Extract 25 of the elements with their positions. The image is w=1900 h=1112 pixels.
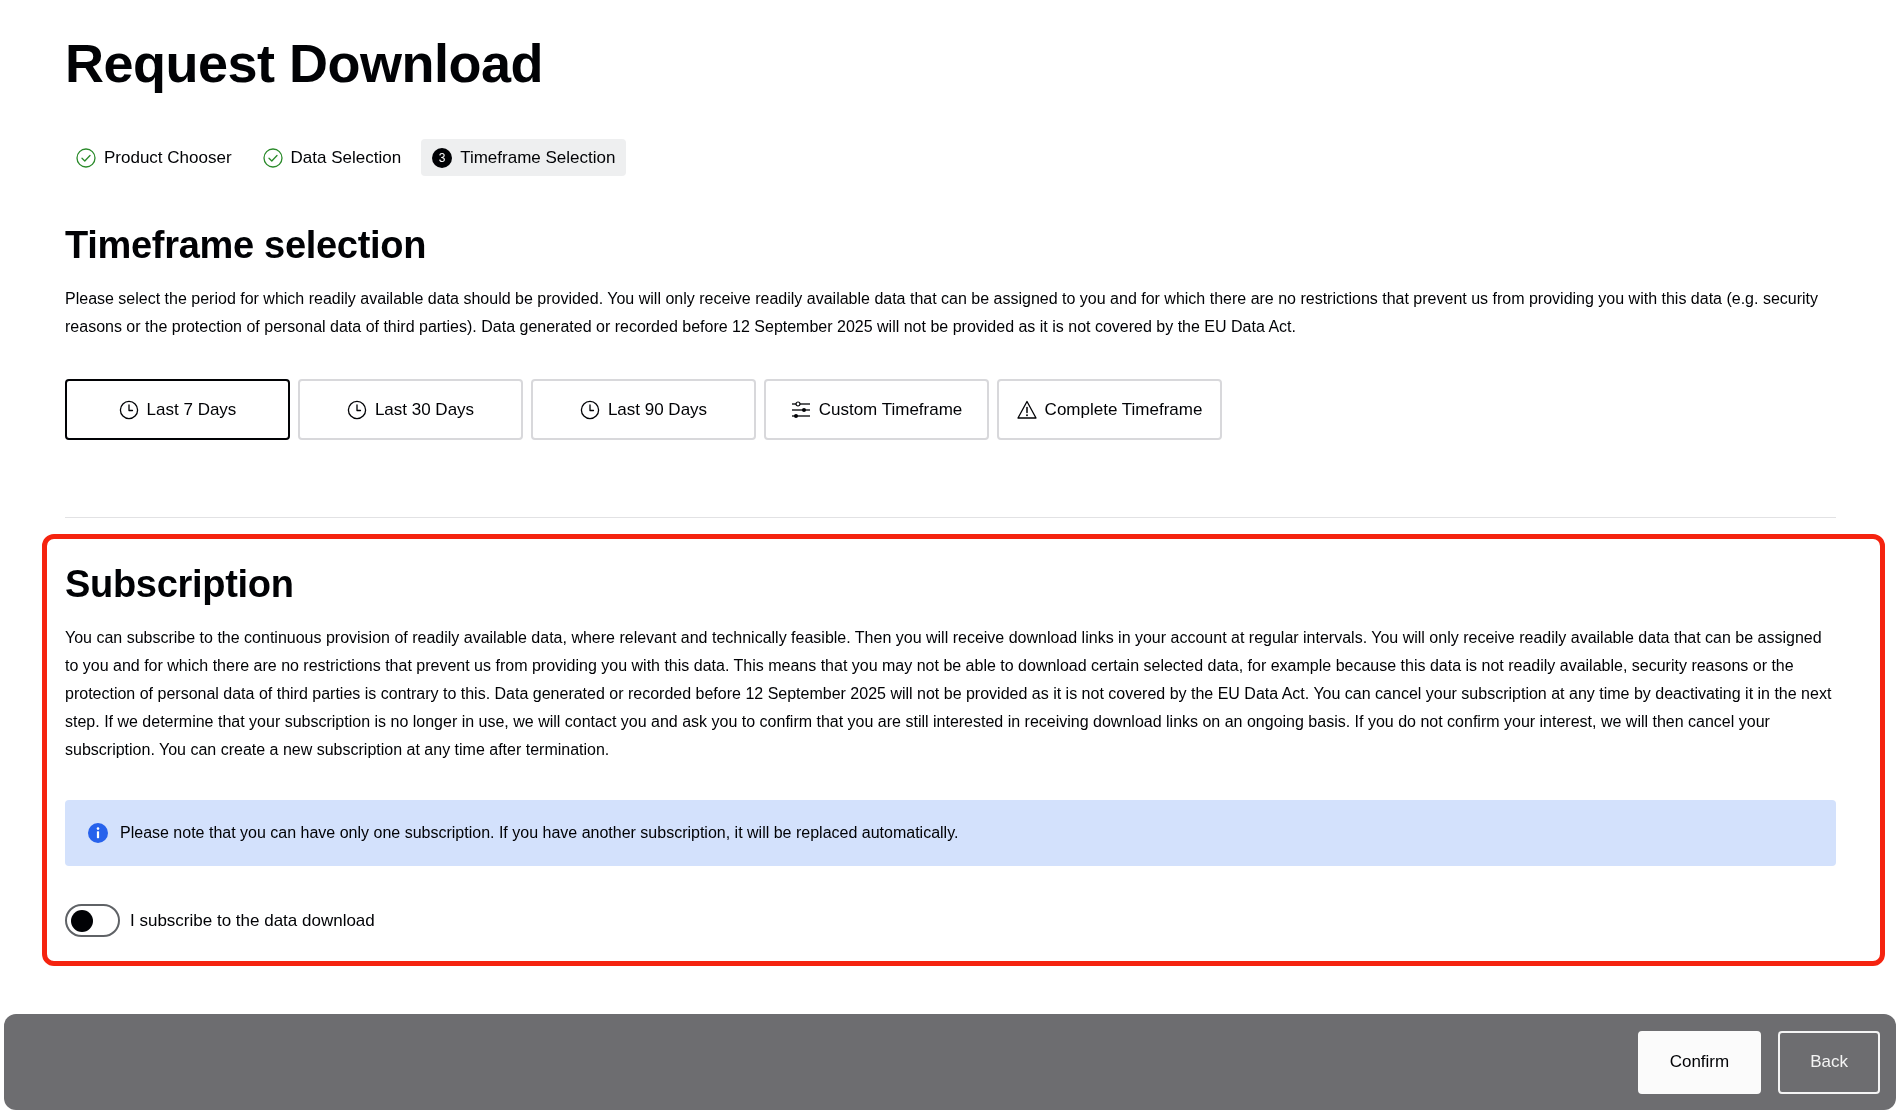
- timeframe-option-button[interactable]: Last 90 Days: [531, 379, 756, 440]
- timeframe-option-button[interactable]: Last 30 Days: [298, 379, 523, 440]
- stepper-step[interactable]: Product Chooser: [65, 139, 243, 176]
- timeframe-option-button[interactable]: Last 7 Days: [65, 379, 290, 440]
- confirm-button[interactable]: Confirm: [1637, 1030, 1762, 1094]
- warning-icon: [1016, 399, 1037, 420]
- step-number: 3: [432, 147, 453, 168]
- section-heading: Timeframe selection: [65, 223, 428, 268]
- clock-icon: [579, 399, 600, 420]
- info-icon: [88, 823, 108, 843]
- section-description: You can subscribe to the continuous provision of readily available data, where relevant and technically feasible. Then you will receive download links in your account at regular intervals. You will only receive readily available data that can be assigned to you and for which there are no restrictions that prevent us from providing you with this data. This means that you may not be able to download certain selected data, for example because this data is not readily available, security reasons or the protection of personal data of third parties is contrary to this. Data generated or recorded before 12 September 2025 will not be provided as it is not covered by the EU Data Act. You can cancel your subscription at any time by deactivating it in the next step. If we determine that your subscription is no longer in use, we will contact you and ask you to confirm that you are still interested in receiving download links on an ongoing basis. If you do not confirm your interest, we will then cancel your subscription. You can create a new subscription at any time after termination.: [65, 628, 1833, 760]
- stepper-step[interactable]: 3 Timeframe Selection: [421, 139, 627, 176]
- clock-icon: [346, 399, 367, 420]
- stepper-step[interactable]: Data Selection: [251, 139, 413, 176]
- timeframe-option-button[interactable]: Custom Timeframe: [764, 379, 989, 440]
- toggle-switch[interactable]: [65, 904, 120, 937]
- section-description: Please select the period for which readily available data should be provided. You will only receive readily available data that can be assigned to you and for which there are no restrictions that prevent us from providing you with this data (e.g. security reasons or the protection of personal data of third parties). Data generated or recorded before 12 September 2025 will not be provided as it is not covered by the EU Data Act.: [65, 289, 1819, 337]
- clock-icon: [118, 399, 139, 420]
- section-heading: Subscription: [65, 562, 295, 607]
- toggle-label: I subscribe to the data download: [130, 910, 375, 931]
- page-title: Request Download: [65, 32, 545, 94]
- sliders-icon: [790, 399, 811, 420]
- back-button[interactable]: Back: [1778, 1030, 1880, 1094]
- notice-text: Please note that you can have only one subscription. If you have another subscription, it will be replaced automatically.: [120, 824, 959, 842]
- timeframe-option-button[interactable]: Complete Timeframe: [997, 379, 1222, 440]
